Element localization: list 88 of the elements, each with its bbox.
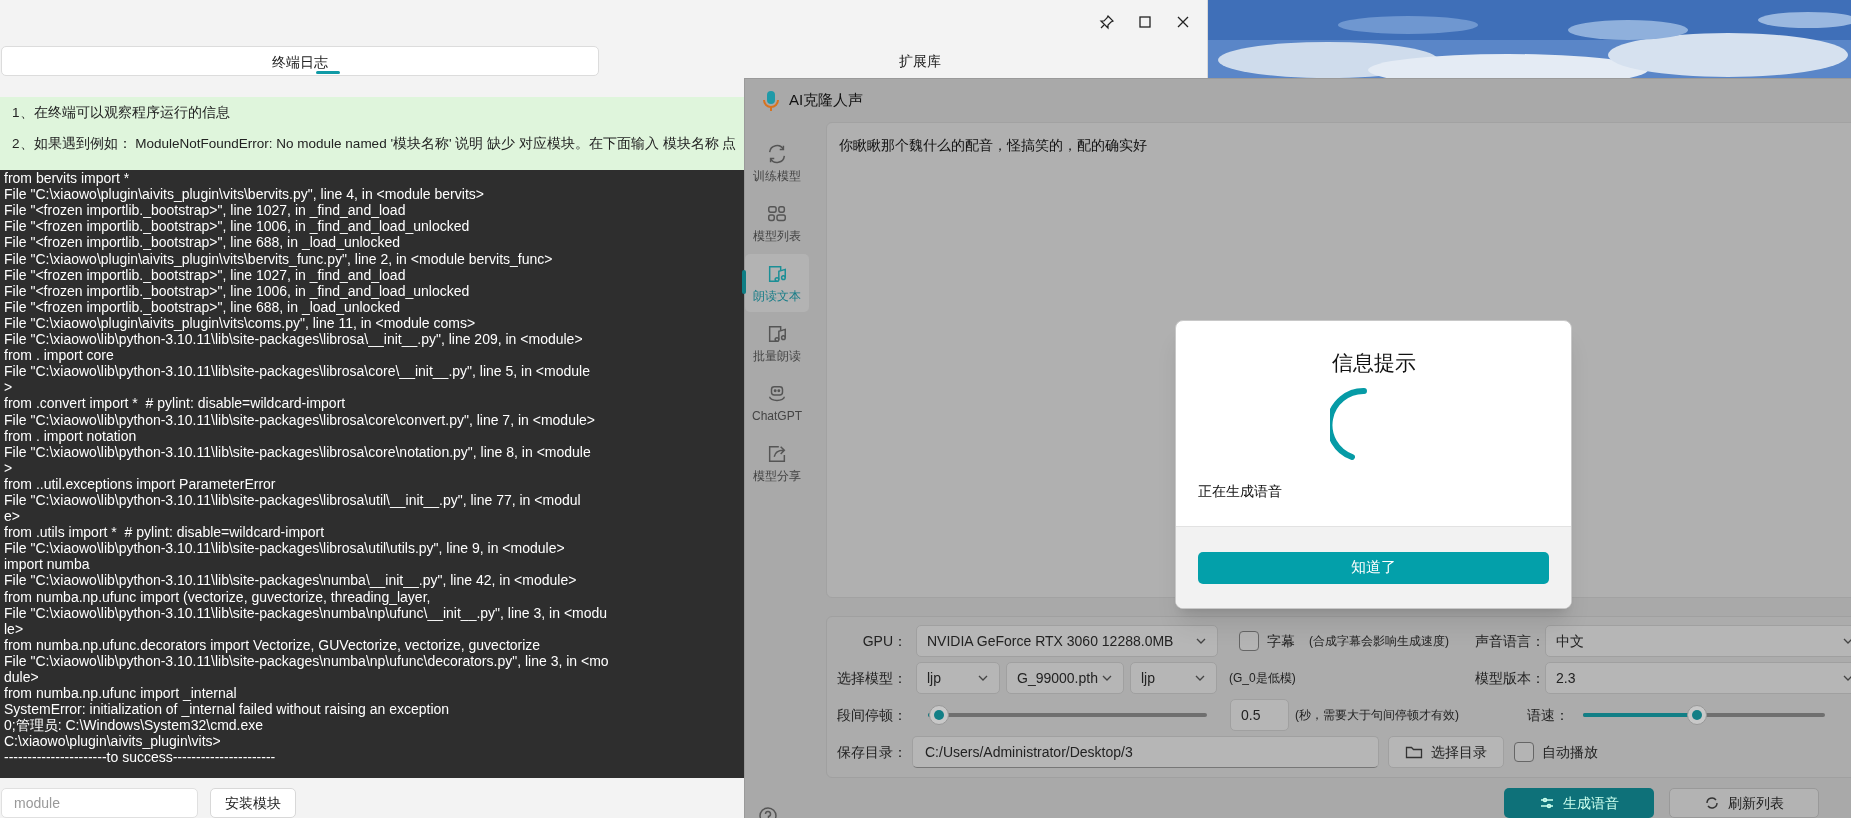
terminal-line: File "C:\xiaowo\lib\python-3.10.11\lib\site-packages\librosa\core\notation.py", line 8, in <module <box>4 443 591 460</box>
sliders-icon <box>1539 795 1555 811</box>
module-field[interactable]: module <box>1 788 198 818</box>
dialog-title: 信息提示 <box>1330 350 1417 376</box>
terminal-line: File "C:\xiaowo\plugin\aivits_plugin\vits\bervits.py", line 4, in <module bervits> <box>4 186 484 203</box>
slider-thumb[interactable] <box>1686 705 1707 725</box>
checkbox-label: 字幕 <box>1267 631 1295 651</box>
music-note-icon <box>766 323 788 345</box>
terminal-line: File "C:\xiaowo\lib\python-3.10.11\lib\site-packages\numba\__init__.py", line 42, in <module> <box>4 572 577 589</box>
field-label: 模型版本： <box>1474 668 1545 688</box>
terminal-line: File "C:\xiaowo\plugin\aivits_plugin\vits\coms.py", line 11, in <module coms> <box>4 314 476 332</box>
terminal-line: from . import notation <box>4 427 137 444</box>
terminal-line: 0;管理员: C:\Windows\System32\cmd.exe <box>4 717 264 734</box>
refresh-icon <box>766 143 788 165</box>
terminal-line: from ..util.exceptions import ParameterError <box>4 475 276 492</box>
terminal-line: File "C:\xiaowo\lib\python-3.10.11\lib\site-packages\librosa\core\convert.py", line 7, in <module> <box>4 411 595 428</box>
dropdown[interactable]: G_99000.pth <box>1006 662 1124 694</box>
terminal-line: File "<frozen importlib._bootstrap>", line 1006, in _find_and_load_unlocked <box>4 218 470 235</box>
dropdown[interactable]: 中文 <box>1545 625 1851 657</box>
field-label: GPU： <box>861 631 907 651</box>
share-icon <box>766 443 788 465</box>
terminal-line: > <box>4 459 13 476</box>
tab[interactable]: 扩展库 <box>897 45 943 72</box>
terminal-line: le> <box>4 620 24 637</box>
refresh-button[interactable]: 刷新列表 <box>1669 788 1819 818</box>
terminal-line: from numba.np.ufunc import (vectorize, guvectorize, threading_layer, <box>4 588 431 605</box>
path-field[interactable]: C:/Users/Administrator/Desktop/3 <box>912 736 1379 768</box>
pin-icon[interactable] <box>1099 13 1115 30</box>
terminal-line: File "<frozen importlib._bootstrap>", line 1027, in _find_and_load <box>4 202 406 219</box>
field-label: 段间停顿： <box>836 705 907 725</box>
field-label: 选择模型： <box>836 668 907 688</box>
number-field[interactable]: 0.5 <box>1230 699 1289 731</box>
checkbox[interactable] <box>1239 631 1259 651</box>
terminal-line: from numba.np.ufunc.decorators import Vectorize, GUVectorize, vectorize, guvectorize <box>4 636 541 653</box>
terminal-line: > <box>4 379 13 396</box>
sidebar-item[interactable]: ChatGPT <box>745 374 809 432</box>
terminal-line: File "C:\xiaowo\lib\python-3.10.11\lib\site-packages\numba\np\ufunc\decorators.py", line 3, in <mo <box>4 652 609 669</box>
terminal-line: File "C:\xiaowo\lib\python-3.10.11\lib\site-packages\librosa\__init__.py", line 209, in <module> <box>4 331 583 348</box>
hint-text: (秒，需要大于句间停顿才有效) <box>1295 707 1459 724</box>
terminal-line: dule> <box>4 669 39 686</box>
microphone-icon <box>761 88 781 113</box>
slider-thumb[interactable] <box>929 705 950 725</box>
sidebar-item[interactable]: 训练模型 <box>745 134 809 192</box>
terminal-line: File "<frozen importlib._bootstrap>", line 1006, in _find_and_load_unlocked <box>4 282 470 299</box>
folder-icon <box>1405 744 1423 760</box>
app-title: AI克隆人声 <box>789 90 864 111</box>
terminal-line: File "<frozen importlib._bootstrap>", line 1027, in _find_and_load <box>4 266 406 283</box>
terminal-line: SystemError: initialization of _internal failed without raising an exception <box>4 701 450 718</box>
dialog-message: 正在生成语音 <box>1197 481 1282 501</box>
terminal-line: from bervits import * <box>4 170 130 187</box>
info-text: 1、在终端可以观察程序运行的信息 <box>12 103 230 122</box>
terminal-line: from .utils import * # pylint: disable=wildcard-import <box>4 524 325 541</box>
music-note-icon <box>766 263 788 285</box>
terminal-line: File "C:\xiaowo\lib\python-3.10.11\lib\site-packages\librosa\util\utils.py", line 9, in <module> <box>4 540 565 557</box>
dropdown[interactable]: 2.3 <box>1545 662 1851 694</box>
sidebar-item[interactable]: 批量朗读 <box>745 314 809 372</box>
field-label: 声音语言： <box>1474 631 1545 651</box>
terminal-line: ----------------------to success---------------------- <box>4 749 276 766</box>
terminal-line: from . import core <box>4 347 114 364</box>
info-text: 2、如果遇到例如： ModuleNotFoundError: No module named '模块名称' 说明 缺少 对应模块。在下面输入 模块名称 点 <box>12 134 737 153</box>
field-label: 语速： <box>1527 705 1570 725</box>
terminal-line: File "C:\xiaowo\lib\python-3.10.11\lib\site-packages\librosa\util\__init__.py", line 77, in <modul <box>4 492 581 509</box>
dropdown[interactable]: ljp <box>916 662 1000 694</box>
dropdown[interactable]: NVIDIA GeForce RTX 3060 12288.0MB <box>916 625 1218 657</box>
hint-text: (G_0是低模) <box>1229 670 1296 687</box>
terminal-line: from numba.np.ufunc import _internal <box>4 685 237 702</box>
refresh-icon <box>1704 795 1720 811</box>
terminal-line: C:\xiaowo\plugin\aivits_plugin\vits> <box>4 733 221 750</box>
sidebar-item[interactable]: 模型分享 <box>745 434 809 492</box>
terminal-line: File "<frozen importlib._bootstrap>", line 688, in _load_unlocked <box>4 234 400 251</box>
choose-folder-button[interactable]: 选择目录 <box>1388 736 1504 768</box>
generate-button[interactable]: 生成语音 <box>1504 788 1654 818</box>
terminal-line: File "C:\xiaowo\lib\python-3.10.11\lib\site-packages\numba\np\ufunc\__init__.py", line 3, in <modu <box>4 604 608 621</box>
terminal-line: import numba <box>4 556 90 573</box>
install-button[interactable]: 安装模块 <box>210 788 296 818</box>
terminal-line: File "<frozen importlib._bootstrap>", line 688, in _load_unlocked <box>4 298 400 315</box>
checkbox-label: 自动播放 <box>1542 742 1598 762</box>
checkbox[interactable] <box>1514 742 1534 762</box>
terminal-line: File "C:\xiaowo\plugin\aivits_plugin\vits\bervits_func.py", line 2, in <module bervits_func> <box>4 250 553 267</box>
terminal-line: e> <box>4 508 20 525</box>
hint-text: (合成字幕会影响生成速度) <box>1309 633 1449 650</box>
maximize-icon[interactable] <box>1137 13 1153 30</box>
terminal-line: File "C:\xiaowo\lib\python-3.10.11\lib\site-packages\librosa\core\__init__.py", line 5, in <module <box>4 363 590 380</box>
field-label: 保存目录： <box>836 742 907 762</box>
tab[interactable]: 终端日志 <box>1 45 599 76</box>
dropdown[interactable]: ljp <box>1130 662 1217 694</box>
terminal-line: from .convert import * # pylint: disable=wildcard-import <box>4 395 346 412</box>
sidebar-item[interactable]: 模型列表 <box>745 194 809 252</box>
